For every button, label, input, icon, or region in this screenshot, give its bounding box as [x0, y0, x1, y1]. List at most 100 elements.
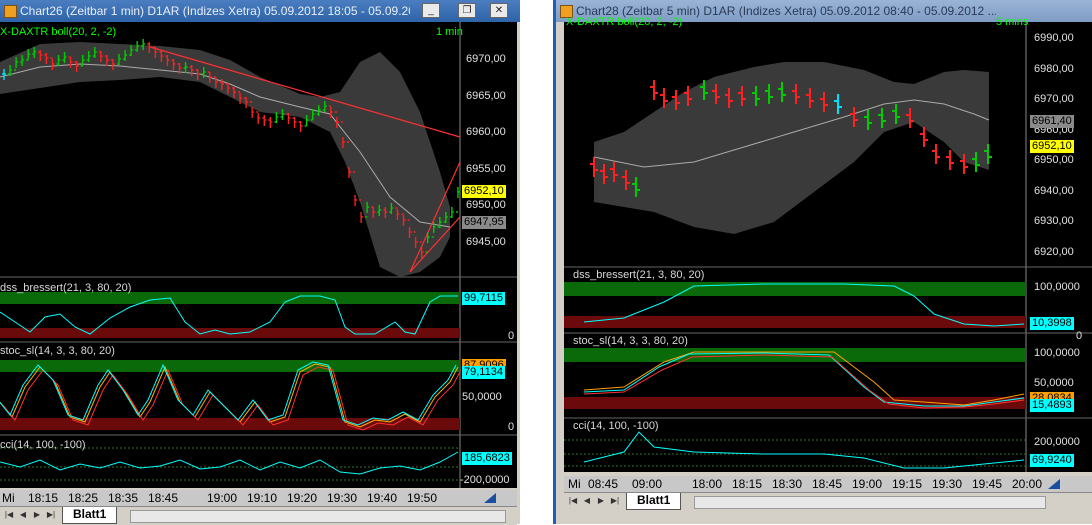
first-sheet-icon[interactable]: |◀: [4, 509, 14, 521]
stoc-slow-line: [0, 363, 459, 428]
dss-top-label: 100,0000: [1034, 281, 1080, 293]
first-sheet-icon[interactable]: |◀: [568, 495, 578, 507]
left-price-label: 6955,00: [466, 162, 506, 175]
chart28-plot-area[interactable]: X-DAXTR boll(20, 2, -2) 5 mins 6990,00 69…: [564, 16, 1092, 472]
time-label: 18:45: [148, 491, 179, 505]
stoc-mid-label: 50,0000: [1034, 377, 1074, 389]
stoc-value2-tag: 15,4893: [1030, 399, 1074, 412]
stoc-oversold-zone: [0, 418, 460, 430]
prev-sheet-icon[interactable]: ◀: [582, 495, 592, 507]
zoom-corner-icon[interactable]: [1046, 477, 1062, 491]
prev-sheet-icon[interactable]: ◀: [18, 509, 28, 521]
dss-oversold-zone: [0, 328, 460, 338]
stoc-legend: stoc_sl(14, 3, 3, 80, 20): [0, 345, 115, 357]
time-label: 18:45: [812, 477, 843, 491]
right-price-label: 6940,00: [1034, 184, 1074, 197]
trend-line: [149, 46, 461, 138]
stoc-mid-label: 50,0000: [462, 391, 502, 403]
horizontal-scrollbar[interactable]: [130, 510, 506, 523]
stoc-value-tag: 28,0834: [1030, 392, 1074, 399]
left-price-label: 6970,00: [466, 53, 506, 65]
time-label: Mi: [568, 477, 581, 491]
time-label: 19:40: [367, 491, 398, 505]
dss-value-tag: 10,3998: [1030, 317, 1074, 330]
chart26-svg: [0, 22, 517, 488]
time-label: 19:30: [327, 491, 358, 505]
dss-legend: dss_bressert(21, 3, 80, 20): [573, 269, 705, 281]
zoom-corner-icon[interactable]: [482, 491, 498, 505]
price-legend: X-DAXTR boll(20, 2, -2): [0, 26, 117, 38]
restore-icon[interactable]: ❐: [458, 3, 476, 18]
dss-legend: dss_bressert(21, 3, 80, 20): [0, 282, 132, 294]
time-label: 19:10: [247, 491, 278, 505]
last-sheet-icon[interactable]: ▶|: [610, 495, 620, 507]
cci-line: [0, 451, 459, 475]
time-label: 19:15: [892, 477, 923, 491]
time-label: 19:50: [407, 491, 438, 505]
time-axis: Mi 18:15 18:25 18:35 18:45 19:00 19:10 19:20 19:…: [0, 490, 517, 506]
dss-zero-label: 0: [508, 330, 515, 342]
time-label: 19:00: [207, 491, 238, 505]
dss-value-tag: 99,7115: [462, 292, 505, 305]
left-price-label: 6950,00: [466, 199, 506, 211]
upper-band-tag: 6961,40: [1030, 115, 1074, 128]
sheet-tab-bar: |◀ ◀ ▶ ▶| Blatt1: [0, 506, 517, 525]
time-label: 19:20: [287, 491, 318, 505]
time-label: 18:35: [108, 491, 139, 505]
time-label: 19:00: [852, 477, 883, 491]
mid-band-tag: 6947,95: [462, 216, 506, 229]
last-price-tag: 6952,10: [1030, 140, 1074, 153]
cci-top-label: 200,0000: [1034, 436, 1080, 448]
cci-value-tag: 69,9240: [1030, 454, 1074, 467]
time-axis: Mi 08:45 09:00 18:00 18:15 18:30 18:45 19:00 19:…: [564, 476, 1092, 492]
cci-line: [583, 431, 1025, 469]
right-price-label: 6950,00: [1034, 154, 1074, 166]
sheet-tab-blatt1[interactable]: Blatt1: [626, 493, 682, 510]
time-label: 19:45: [972, 477, 1003, 491]
stoc-zero-label: 0: [508, 421, 515, 433]
bollinger-band: [0, 42, 450, 277]
timeframe-label: 1 min: [436, 26, 463, 38]
time-label: 18:00: [692, 477, 723, 491]
app-icon: [4, 5, 17, 18]
stoc-value-tag: 87,9096: [462, 359, 506, 366]
chart26-window[interactable]: Chart26 (Zeitbar 1 min) D1AR (Indizes Xe…: [0, 0, 520, 525]
time-label: 09:00: [632, 477, 663, 491]
left-price-label: 6965,00: [466, 89, 506, 102]
stoc-legend: stoc_sl(14, 3, 3, 80, 20): [573, 335, 688, 347]
time-label: 08:45: [588, 477, 619, 491]
time-label: 18:15: [28, 491, 59, 505]
chart26-plot-area[interactable]: X-DAXTR boll(20, 2, -2) 1 min 6970,00 696…: [0, 22, 517, 488]
chart26-titlebar[interactable]: Chart26 (Zeitbar 1 min) D1AR (Indizes Xe…: [0, 0, 520, 22]
time-label: Mi: [2, 491, 15, 505]
minimize-icon[interactable]: _: [422, 3, 440, 18]
horizontal-scrollbar[interactable]: [694, 496, 1046, 509]
chart28-window[interactable]: Chart28 (Zeitbar 5 min) D1AR (Indizes Xe…: [553, 0, 1092, 524]
stoc-value2-tag: 79,1134: [462, 366, 505, 379]
dss-zero-label: 0: [1076, 330, 1083, 342]
left-price-label: 6945,00: [466, 235, 506, 248]
stoc-overbought-zone: [0, 360, 460, 372]
time-label: 20:00: [1012, 477, 1043, 491]
time-label: 18:15: [732, 477, 763, 491]
right-price-label: 6990,00: [1034, 32, 1074, 44]
cci-value-tag: 185,6823: [462, 452, 512, 465]
left-price-label: 6960,00: [466, 126, 506, 138]
last-sheet-icon[interactable]: ▶|: [46, 509, 56, 521]
next-sheet-icon[interactable]: ▶: [32, 509, 42, 521]
time-label: 18:30: [772, 477, 803, 491]
stoc-overbought-zone: [564, 348, 1026, 362]
right-price-label: 6920,00: [1034, 245, 1074, 258]
time-label: 18:25: [68, 491, 99, 505]
sheet-tab-blatt1[interactable]: Blatt1: [62, 507, 118, 524]
time-label: 19:30: [932, 477, 963, 491]
next-sheet-icon[interactable]: ▶: [596, 495, 606, 507]
cci-legend: cci(14, 100, -100): [573, 420, 659, 432]
chart28-svg: [564, 22, 1092, 472]
cci-legend: cci(14, 100, -100): [0, 439, 86, 451]
cci-bottom-label: -200,0000: [460, 474, 510, 486]
timeframe-label: 5 mins: [996, 16, 1029, 28]
sheet-tab-bar: |◀ ◀ ▶ ▶| Blatt1: [564, 492, 1092, 511]
right-price-label: 6970,00: [1034, 93, 1074, 105]
close-icon[interactable]: ✕: [490, 3, 508, 18]
